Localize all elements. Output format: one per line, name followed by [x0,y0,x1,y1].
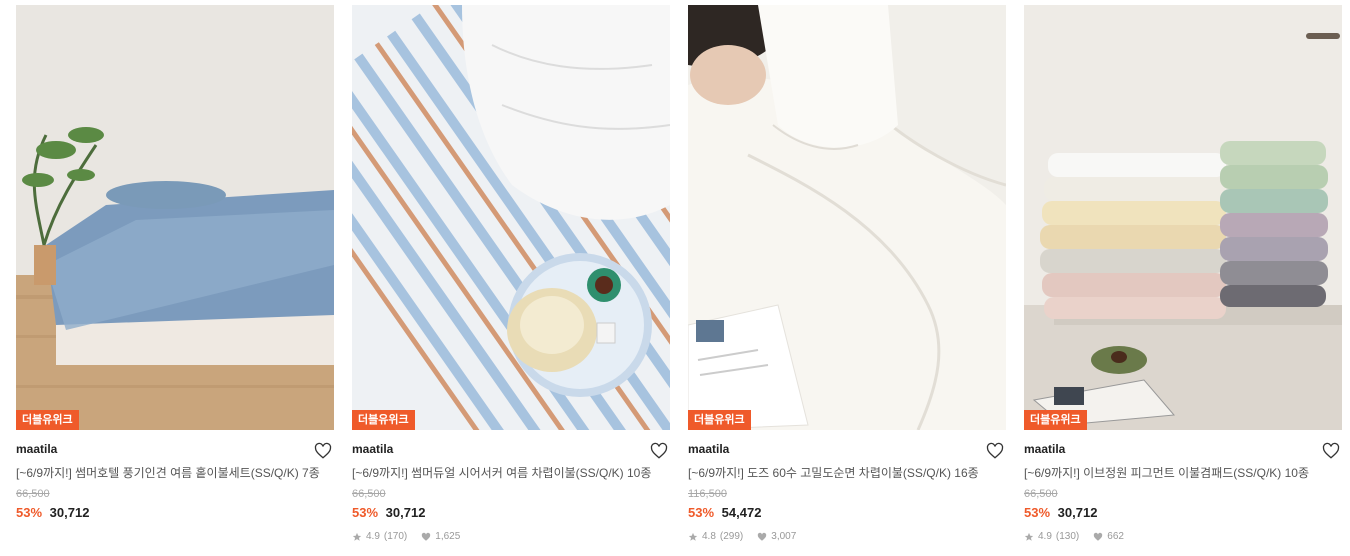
star-icon [352,532,362,541]
product-image[interactable]: 더블유위크 [688,5,1006,430]
brand-name[interactable]: maatila [16,441,334,457]
folded-pads-photo [1024,5,1342,430]
like-count: 1,625 [435,531,461,542]
product-image[interactable]: 더블유위크 [1024,5,1342,430]
heart-filled-icon [758,532,767,541]
original-price: 66,500 [352,488,386,500]
discount-rate: 53% [688,505,715,520]
review-count: (299) [719,531,744,542]
striped-bedding-photo [352,5,670,430]
original-price: 66,500 [1024,488,1058,500]
product-title[interactable]: [~6/9까지!] 썸머호텔 풍기인견 여름 홑이불세트(SS/Q/K) 7종 [16,464,330,482]
product-image[interactable]: 더블유위크 [352,5,670,430]
sale-price: 30,712 [385,505,426,520]
sale-price: 54,472 [721,505,762,520]
rating-value: 4.8 [702,531,716,542]
original-price: 116,500 [688,488,727,500]
rating-value: 4.9 [1038,531,1052,542]
product-stats: 4.8 (299) 3,007 [688,530,1006,544]
product-title[interactable]: [~6/9까지!] 이브정원 피그먼트 이불겸패드(SS/Q/K) 10종 [1024,464,1338,482]
product-card[interactable]: 더블유위크 maatila [~6/9까지!] 썸머듀얼 시어서커 여름 차렵이… [352,5,670,544]
star-icon [688,532,698,541]
product-grid: 더블유위크 maatila [~6/9까지!] 썸머호텔 풍기인견 여름 홑이불… [16,5,1342,544]
white-bedding-photo [688,5,1006,430]
sale-price: 30,712 [49,505,90,520]
discount-rate: 53% [352,505,379,520]
brand-name[interactable]: maatila [1024,441,1342,457]
product-card[interactable]: 더블유위크 maatila [~6/9까지!] 이브정원 피그먼트 이불겸패드(… [1024,5,1342,544]
heart-outline-icon[interactable] [650,442,668,460]
sale-price: 30,712 [1057,505,1098,520]
product-title[interactable]: [~6/9까지!] 썸머듀얼 시어서커 여름 차렵이불(SS/Q/K) 10종 [352,464,666,482]
star-icon [1024,532,1034,541]
event-badge: 더블유위크 [688,410,751,430]
like-count: 662 [1107,531,1124,542]
heart-outline-icon[interactable] [1322,442,1340,460]
event-badge: 더블유위크 [352,410,415,430]
heart-outline-icon[interactable] [314,442,332,460]
review-count: (130) [1055,531,1080,542]
original-price: 66,500 [16,488,50,500]
blue-bedding-photo [16,5,334,430]
rating-value: 4.9 [366,531,380,542]
product-card[interactable]: 더블유위크 maatila [~6/9까지!] 도즈 60수 고밀도순면 차렵이… [688,5,1006,544]
product-stats: 4.9 (170) 1,625 [352,530,670,544]
heart-filled-icon [422,532,431,541]
discount-rate: 53% [16,505,43,520]
product-card[interactable]: 더블유위크 maatila [~6/9까지!] 썸머호텔 풍기인견 여름 홑이불… [16,5,334,544]
heart-filled-icon [1094,532,1103,541]
brand-name[interactable]: maatila [688,441,1006,457]
discount-rate: 53% [1024,505,1051,520]
brand-name[interactable]: maatila [352,441,670,457]
product-title[interactable]: [~6/9까지!] 도즈 60수 고밀도순면 차렵이불(SS/Q/K) 16종 [688,464,1002,482]
product-image[interactable]: 더블유위크 [16,5,334,430]
event-badge: 더블유위크 [16,410,79,430]
like-count: 3,007 [771,531,797,542]
heart-outline-icon[interactable] [986,442,1004,460]
event-badge: 더블유위크 [1024,410,1087,430]
review-count: (170) [383,531,408,542]
product-stats: 4.9 (130) 662 [1024,530,1342,544]
